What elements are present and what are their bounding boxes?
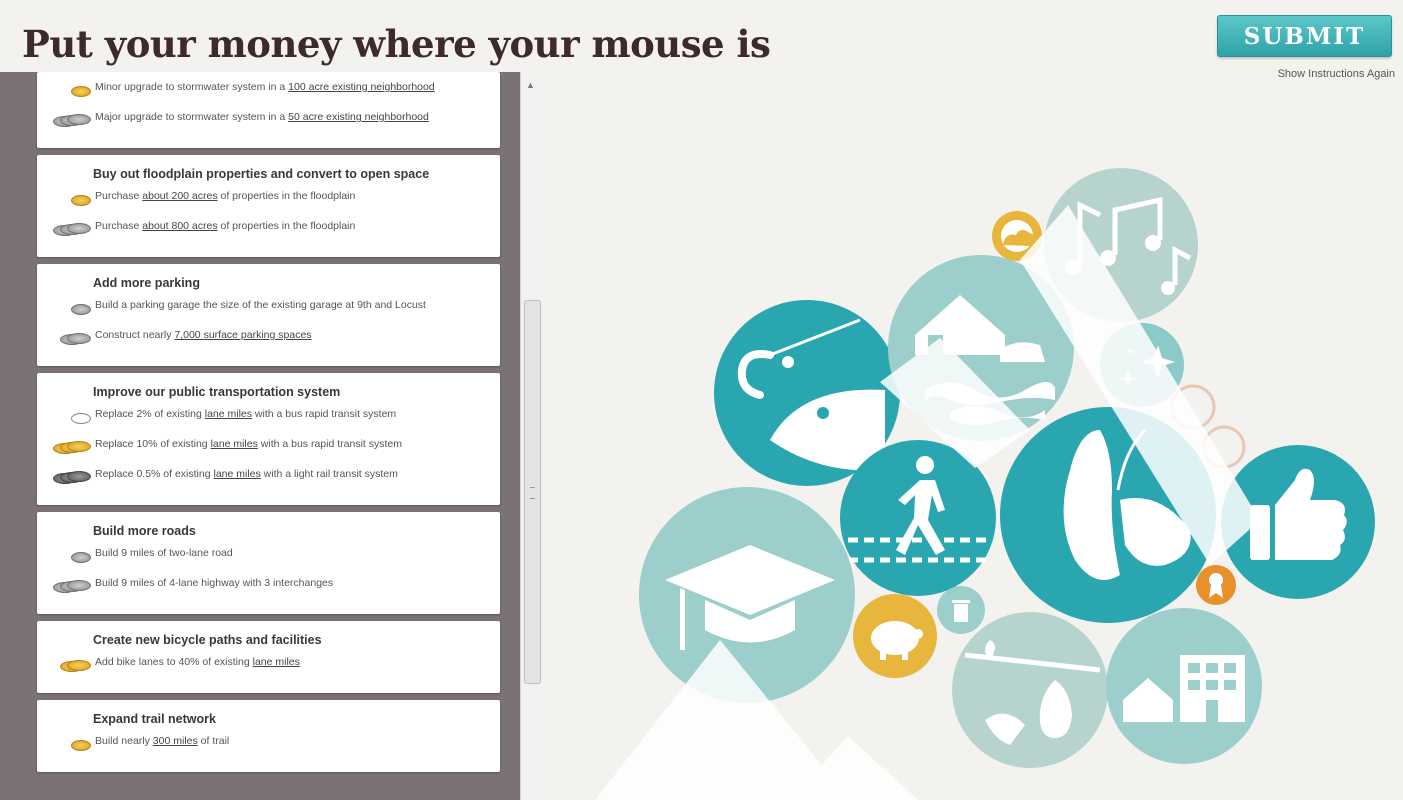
savings-bubble[interactable] (853, 594, 937, 678)
education-bubble[interactable] (639, 487, 855, 703)
award-bubble[interactable] (1196, 565, 1236, 605)
litter-bubble[interactable] (937, 586, 985, 634)
food-bubble[interactable] (952, 612, 1108, 768)
priorities-bubble-cluster (595, 168, 1375, 800)
housing-bubble[interactable] (1106, 608, 1262, 764)
